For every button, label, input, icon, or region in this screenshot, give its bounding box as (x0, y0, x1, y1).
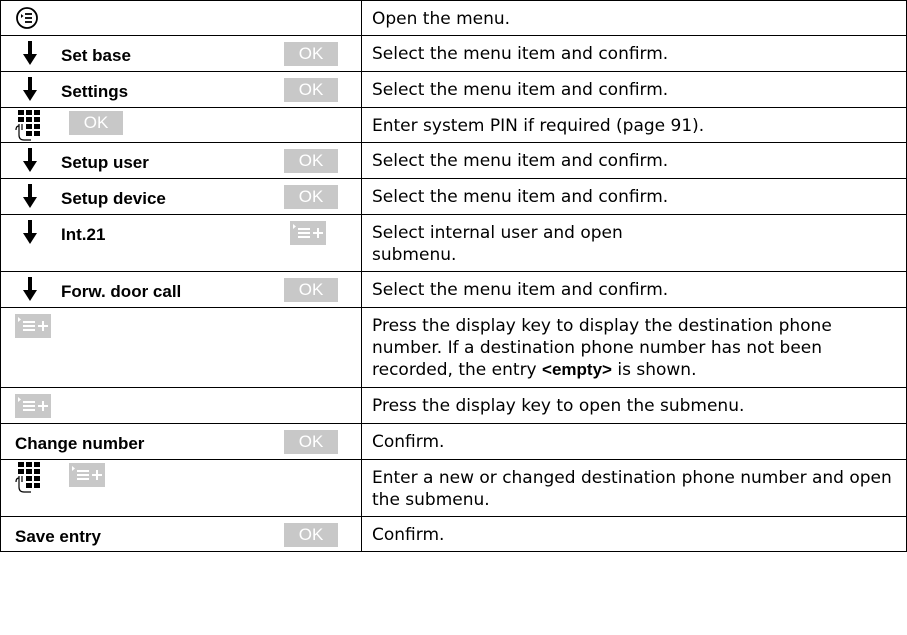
key-cell: Settings OK (0, 71, 362, 108)
down-arrow-icon (23, 220, 37, 244)
description: Select the menu item and confirm. (361, 71, 907, 108)
menu-item-label: Setup device (61, 189, 166, 208)
down-arrow-icon (23, 148, 37, 172)
table-row: Change number OK Confirm. (0, 423, 907, 460)
description: Select the menu item and confirm. (361, 35, 907, 72)
key-cell (0, 459, 362, 517)
key-cell: Int.21 (0, 214, 362, 272)
description: Confirm. (361, 423, 907, 460)
down-arrow-icon (23, 277, 37, 301)
ok-key: OK (284, 149, 338, 173)
ok-key: OK (69, 111, 123, 135)
display-menu-key-icon (15, 394, 51, 418)
table-row: Save entry OK Confirm. (0, 516, 907, 552)
menu-item-label: Settings (61, 82, 129, 101)
table-row: Press the display key to open the submen… (0, 387, 907, 424)
table-row: Enter a new or changed destination phone… (0, 459, 907, 517)
display-menu-key-icon (290, 221, 326, 245)
key-cell: Setup user OK (0, 142, 362, 179)
description: Press the display key to open the submen… (361, 387, 907, 424)
description: Enter a new or changed destination phone… (361, 459, 907, 517)
display-menu-key-icon (15, 314, 51, 338)
ok-key: OK (284, 430, 338, 454)
menu-item-label: Forw. door call (61, 282, 182, 301)
navigation-key-icon (16, 7, 38, 29)
key-cell (0, 387, 362, 424)
menu-item-label: Save entry (15, 527, 101, 546)
description: Confirm. (361, 516, 907, 552)
ok-key: OK (284, 42, 338, 66)
empty-entry-label: <empty> (542, 360, 612, 379)
description: Select internal user and open submenu. (361, 214, 907, 272)
table-row: Settings OK Select the menu item and con… (0, 71, 907, 108)
keypad-icon (15, 462, 40, 493)
table-row: Open the menu. (0, 0, 907, 36)
key-cell: OK (0, 107, 362, 143)
down-arrow-icon (23, 41, 37, 65)
key-cell: Set base OK (0, 35, 362, 72)
display-menu-key-icon (69, 463, 105, 487)
ok-key: OK (284, 278, 338, 302)
instruction-table: Open the menu. Set base OK Select the me… (0, 0, 907, 552)
key-cell (0, 307, 362, 388)
key-cell: Forw. door call OK (0, 271, 362, 308)
description: Select the menu item and confirm. (361, 271, 907, 308)
ok-key: OK (284, 523, 338, 547)
keypad-icon (15, 110, 40, 141)
table-row: Forw. door call OK Select the menu item … (0, 271, 907, 308)
key-cell: Change number OK (0, 423, 362, 460)
menu-item-label: Set base (61, 46, 131, 65)
table-row: Int.21 Select internal user and open sub… (0, 214, 907, 272)
key-cell: Save entry OK (0, 516, 362, 552)
key-cell: Setup device OK (0, 178, 362, 215)
description: Press the display key to display the des… (361, 307, 907, 388)
table-row: Set base OK Select the menu item and con… (0, 35, 907, 72)
table-row: Setup user OK Select the menu item and c… (0, 142, 907, 179)
key-cell (0, 0, 362, 36)
menu-item-label: Int.21 (61, 225, 106, 244)
table-row: Setup device OK Select the menu item and… (0, 178, 907, 215)
table-row: OK Enter system PIN if required (page 91… (0, 107, 907, 143)
menu-item-label: Setup user (61, 153, 149, 172)
table-row: Press the display key to display the des… (0, 307, 907, 388)
description: Select the menu item and confirm. (361, 178, 907, 215)
down-arrow-icon (23, 77, 37, 101)
ok-key: OK (284, 185, 338, 209)
description: Open the menu. (361, 0, 907, 36)
description: Enter system PIN if required (page 91). (361, 107, 907, 143)
down-arrow-icon (23, 184, 37, 208)
ok-key: OK (284, 78, 338, 102)
menu-item-label: Change number (15, 434, 145, 453)
description: Select the menu item and confirm. (361, 142, 907, 179)
